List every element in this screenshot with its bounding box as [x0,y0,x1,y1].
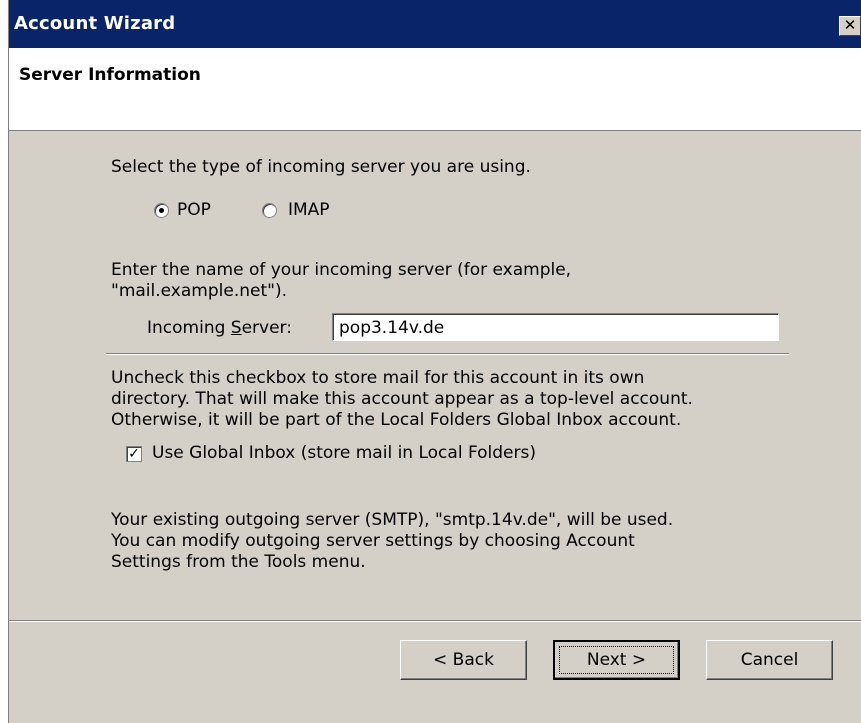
incoming-server-input[interactable]: pop3.14v.de [332,313,779,341]
wizard-header: Server Information [9,48,861,131]
use-global-inbox-checkbox[interactable]: ✓ [126,446,142,462]
incoming-instruction-line1: Enter the name of your incoming server (… [111,260,572,280]
cancel-button[interactable]: Cancel [706,640,833,680]
radio-selected-dot [159,208,164,213]
server-type-prompt: Select the type of incoming server you a… [111,157,531,177]
incoming-server-label-pre: Incoming [147,318,231,338]
global-inbox-text-line2: directory. That will make this account a… [111,389,693,409]
incoming-server-label-accesskey: S [230,318,242,338]
close-button[interactable]: ✕ [839,16,861,36]
title-bar: Account Wizard ✕ [9,0,861,48]
next-button[interactable]: Next > [553,640,680,680]
account-wizard-window: Account Wizard ✕ Server Information Sele… [8,0,861,723]
radio-imap-label[interactable]: IMAP [288,200,330,220]
checkmark-icon: ✓ [128,446,140,462]
global-inbox-text-line1: Uncheck this checkbox to store mail for … [111,368,645,388]
radio-pop-button[interactable] [154,203,169,218]
section-divider [106,353,789,355]
page-title: Server Information [19,65,201,85]
smtp-note-line2: You can modify outgoing server settings … [111,531,635,551]
focus-ring [559,646,674,674]
radio-pop-label[interactable]: POP [177,200,211,220]
global-inbox-text-line3: Otherwise, it will be part of the Local … [111,410,682,430]
incoming-server-label-post: erver: [241,318,292,338]
incoming-instruction-line2: "mail.example.net"). [111,281,287,301]
button-bar-divider [9,620,861,622]
incoming-server-label: Incoming Server: [147,318,292,338]
use-global-inbox-label[interactable]: Use Global Inbox (store mail in Local Fo… [152,443,536,463]
window-title: Account Wizard [14,13,176,34]
back-button[interactable]: < Back [400,640,527,680]
radio-imap-button[interactable] [262,203,277,218]
smtp-note-line1: Your existing outgoing server (SMTP), "s… [111,510,674,530]
smtp-note-line3: Settings from the Tools menu. [111,552,366,572]
